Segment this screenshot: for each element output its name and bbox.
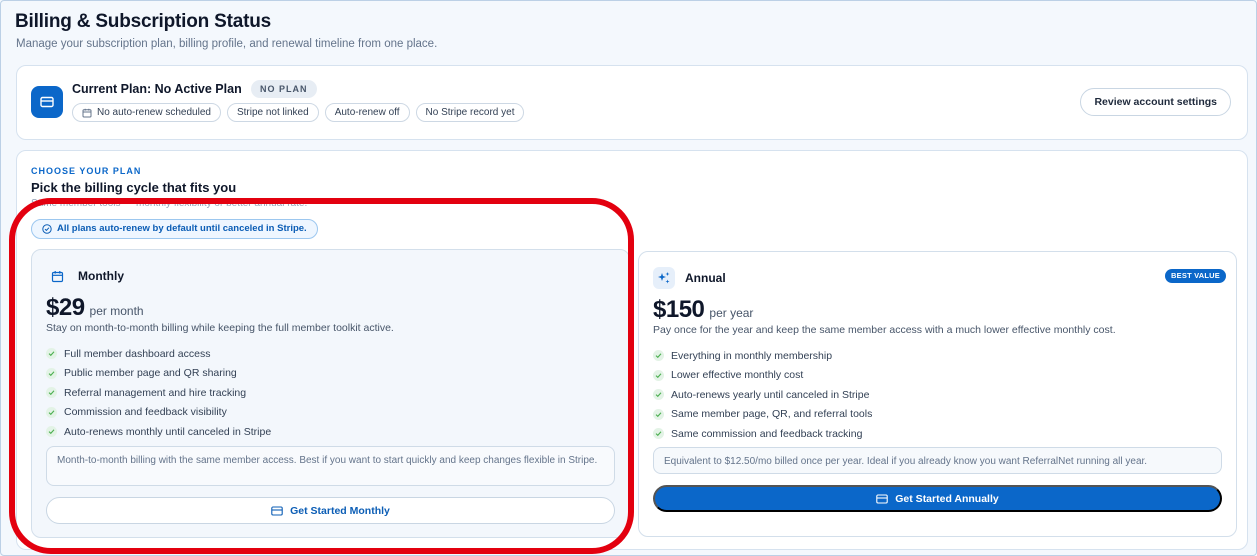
feature-label: Public member page and QR sharing (64, 367, 237, 380)
status-chip-label: Stripe not linked (236, 107, 309, 118)
check-icon (653, 369, 664, 381)
check-icon (46, 406, 57, 418)
page-subtitle: Manage your subscription plan, billing p… (16, 38, 438, 50)
check-icon (653, 428, 664, 440)
current-plan-card: Current Plan: No Active Plan NO PLAN No … (16, 65, 1248, 140)
check-icon (653, 350, 664, 362)
feature-list: Everything in monthly membership Lower e… (653, 346, 872, 444)
feature-label: Same member page, QR, and referral tools (671, 408, 873, 421)
check-icon (46, 367, 57, 379)
status-chip-label: No Stripe record yet (425, 107, 515, 118)
choose-plan-section: CHOOSE YOUR PLAN Pick the billing cycle … (16, 150, 1248, 550)
check-icon (653, 389, 664, 401)
feature-label: Everything in monthly membership (671, 349, 833, 362)
credit-card-icon (876, 493, 889, 504)
feature-label: Commission and feedback visibility (64, 406, 227, 419)
feature-list: Full member dashboard access Public memb… (46, 344, 271, 442)
section-subtitle: Same member tools — monthly flexibility … (31, 198, 308, 209)
price-amount: $29 (46, 294, 85, 321)
feature-item: Referral management and hire tracking (46, 383, 271, 403)
plan-description: Stay on month-to-month billing while kee… (46, 322, 394, 334)
sparkle-icon (653, 267, 675, 289)
price-amount: $150 (653, 296, 705, 323)
plan-price: $29 per month (46, 294, 144, 322)
plan-name: Monthly (78, 269, 124, 283)
status-chip: No Stripe record yet (415, 103, 525, 122)
feature-item: Full member dashboard access (46, 344, 271, 364)
plan-note: Equivalent to $12.50/mo billed once per … (653, 447, 1222, 474)
feature-item: Everything in monthly membership (653, 346, 872, 366)
feature-item: Same member page, QR, and referral tools (653, 405, 872, 425)
plan-price: $150 per year (653, 296, 753, 324)
price-period: per month (89, 304, 144, 318)
check-icon (653, 408, 664, 420)
feature-item: Public member page and QR sharing (46, 364, 271, 384)
plan-card-monthly: Monthly $29 per month Stay on month-to-m… (31, 249, 630, 538)
cta-label: Get Started Annually (895, 492, 999, 505)
status-chip-label: No auto-renew scheduled (97, 107, 211, 118)
auto-renew-notice: All plans auto-renew by default until ca… (31, 219, 318, 239)
credit-card-icon (31, 86, 63, 118)
plan-note: Month-to-month billing with the same mem… (46, 446, 615, 486)
feature-label: Referral management and hire tracking (64, 386, 247, 399)
best-value-badge: BEST VALUE (1165, 269, 1226, 283)
feature-label: Full member dashboard access (64, 347, 211, 360)
feature-item: Commission and feedback visibility (46, 403, 271, 423)
feature-item: Lower effective monthly cost (653, 366, 872, 386)
check-icon (46, 387, 57, 399)
plan-status-chips: No auto-renew scheduled Stripe not linke… (72, 103, 525, 122)
get-started-annually-button[interactable]: Get Started Annually (653, 485, 1222, 512)
plan-description: Pay once for the year and keep the same … (653, 324, 1116, 336)
review-account-settings-button[interactable]: Review account settings (1080, 88, 1231, 116)
feature-label: Same commission and feedback tracking (671, 427, 863, 440)
section-eyebrow: CHOOSE YOUR PLAN (31, 166, 142, 176)
get-started-monthly-button[interactable]: Get Started Monthly (46, 497, 615, 524)
plan-status-badge: NO PLAN (251, 80, 317, 98)
feature-label: Auto-renews monthly until canceled in St… (64, 425, 272, 438)
status-chip: No auto-renew scheduled (72, 103, 221, 122)
current-plan-title: Current Plan: No Active Plan (72, 82, 242, 96)
check-icon (46, 348, 57, 360)
check-circle-icon (42, 224, 52, 234)
calendar-icon (82, 108, 92, 117)
price-period: per year (709, 306, 754, 320)
feature-item: Auto-renews monthly until canceled in St… (46, 422, 271, 442)
page-title: Billing & Subscription Status (15, 11, 271, 32)
section-title: Pick the billing cycle that fits you (31, 180, 237, 195)
calendar-icon (46, 265, 68, 287)
status-chip: Stripe not linked (226, 103, 319, 122)
status-chip: Auto-renew off (324, 103, 410, 122)
feature-label: Lower effective monthly cost (671, 369, 804, 382)
auto-renew-notice-text: All plans auto-renew by default until ca… (57, 223, 307, 234)
feature-label: Auto-renews yearly until canceled in Str… (671, 388, 870, 401)
status-chip-label: Auto-renew off (334, 107, 400, 118)
plan-name: Annual (685, 271, 726, 285)
credit-card-icon (271, 505, 283, 516)
check-icon (46, 426, 57, 438)
feature-item: Auto-renews yearly until canceled in Str… (653, 385, 872, 405)
feature-item: Same commission and feedback tracking (653, 424, 872, 444)
cta-label: Get Started Monthly (290, 504, 390, 517)
plan-card-annual: Annual BEST VALUE $150 per year Pay once… (638, 251, 1237, 537)
